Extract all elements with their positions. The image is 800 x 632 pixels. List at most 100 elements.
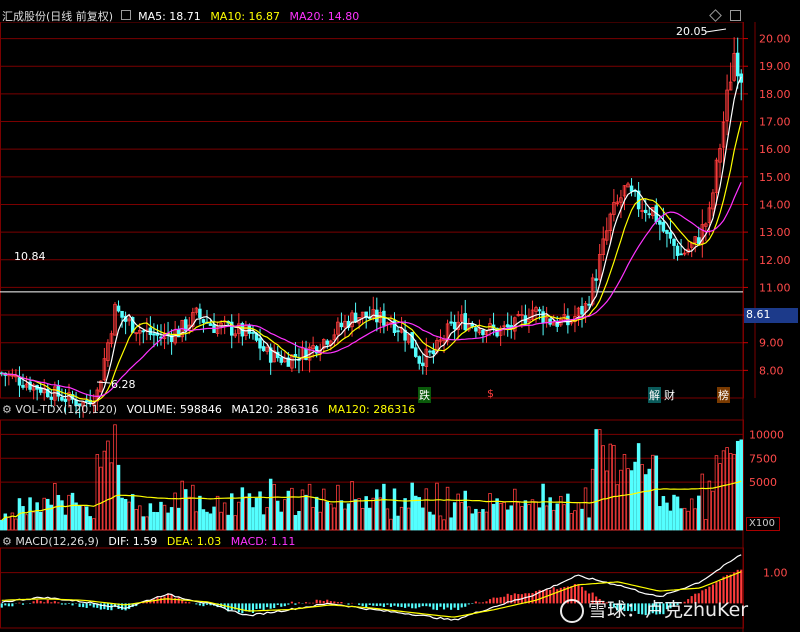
volume-bar	[169, 507, 174, 531]
volume-bar	[138, 505, 142, 531]
volume-bar	[336, 484, 340, 531]
volume-bar	[668, 510, 673, 531]
volume-bar	[470, 513, 475, 531]
candle-body	[679, 253, 683, 256]
volume-bar	[290, 487, 294, 531]
volume-bar	[14, 518, 18, 531]
stock-name: 汇成股份(日线 前复权)	[2, 10, 114, 23]
marker-finance[interactable]: 财	[664, 387, 675, 403]
volume-bar	[63, 514, 68, 531]
volume-bar	[481, 509, 485, 531]
volume-bar	[371, 497, 376, 531]
volume-bar	[633, 461, 637, 531]
volume-bar	[106, 440, 110, 531]
candle-body	[735, 52, 740, 77]
volume-bar	[438, 515, 443, 531]
volume-bar	[198, 495, 202, 531]
price-tick-label: 19.00	[759, 60, 791, 73]
volume-bar	[392, 488, 397, 531]
volume-bar	[350, 481, 354, 531]
volume-bar	[251, 507, 255, 531]
volume-bar	[704, 519, 708, 531]
volume-bar	[0, 519, 4, 531]
volume-bar	[208, 513, 213, 531]
volume-bar	[159, 501, 163, 531]
gear-icon[interactable]: ⚙	[2, 403, 12, 416]
volume-bar	[343, 508, 347, 531]
volume-bar	[244, 496, 248, 531]
volume-bar	[587, 517, 591, 531]
volume-bar	[718, 463, 722, 531]
volume-bar	[413, 495, 418, 531]
volume-bar	[42, 497, 46, 531]
candle-body	[417, 356, 422, 364]
volume-bar	[155, 512, 160, 531]
candle-body	[594, 278, 598, 281]
volume-bar	[399, 506, 404, 531]
volume-bar	[597, 429, 602, 531]
volume-bar	[697, 495, 701, 531]
marker-drop[interactable]: 跌	[418, 387, 431, 403]
ma10-label: MA10: 16.87	[210, 10, 281, 23]
volume-bar	[116, 464, 121, 531]
volume-bar	[629, 470, 634, 531]
volume-bar	[520, 506, 524, 531]
candle-body	[431, 350, 436, 355]
volume-bar	[120, 497, 124, 531]
volume-bar	[693, 508, 697, 531]
volume-bar	[329, 503, 333, 531]
volume-bar	[24, 514, 29, 531]
volume-bar	[647, 468, 651, 531]
price-tick-label: 9.00	[759, 337, 784, 350]
volume-bar	[605, 470, 609, 531]
volume-bar	[353, 499, 358, 531]
volume-bar	[152, 511, 156, 531]
volume-bar	[651, 454, 655, 531]
candle-body	[60, 396, 64, 401]
current-price-tag: 8.61	[744, 308, 798, 323]
macd-indicator: MACD(12,26,9)	[15, 535, 99, 548]
volume-bar	[682, 507, 687, 531]
window-icon[interactable]	[730, 10, 741, 21]
volume-bar	[166, 512, 170, 531]
volume-bar	[505, 509, 510, 531]
candle-body	[201, 319, 206, 323]
volume-bar	[502, 502, 506, 531]
candle-body	[261, 346, 266, 352]
candle-body	[452, 321, 457, 330]
volume-bar	[279, 511, 284, 531]
volume-tick-label: 5000	[749, 476, 777, 489]
volume-bar	[654, 455, 659, 531]
volume-bar	[3, 513, 8, 531]
volume-bar	[38, 511, 43, 531]
price-tick-label: 17.00	[759, 116, 791, 129]
marker-rank[interactable]: 榜	[717, 387, 730, 403]
volume-bar	[417, 497, 422, 531]
volume-bar	[21, 506, 25, 531]
candle-body	[339, 322, 344, 328]
volume-bar	[99, 466, 103, 531]
settings-icon[interactable]	[120, 10, 131, 20]
volume-bar	[456, 493, 460, 531]
volume-bar	[516, 501, 521, 531]
candle-body	[675, 245, 680, 256]
volume-bar	[459, 502, 464, 531]
volume-bar	[130, 494, 135, 531]
price-tick-label: 15.00	[759, 171, 791, 184]
volume-bar	[261, 514, 266, 531]
low-label: 6.28	[111, 378, 136, 391]
marker-unlock[interactable]: 解	[648, 387, 661, 403]
volume-bar	[725, 447, 729, 531]
volume-bar	[311, 506, 315, 531]
candle-body	[353, 312, 358, 323]
volume-bar	[686, 510, 690, 531]
volume-bar	[265, 507, 269, 531]
marker-dollar[interactable]: $	[487, 387, 494, 400]
volume-bar	[551, 509, 556, 531]
volume-bar	[594, 429, 598, 531]
volume-bar	[102, 450, 107, 531]
volume-bar	[488, 493, 492, 531]
macd-gear-icon[interactable]: ⚙	[2, 535, 12, 548]
candle-body	[279, 357, 284, 363]
candle-body	[647, 213, 651, 216]
